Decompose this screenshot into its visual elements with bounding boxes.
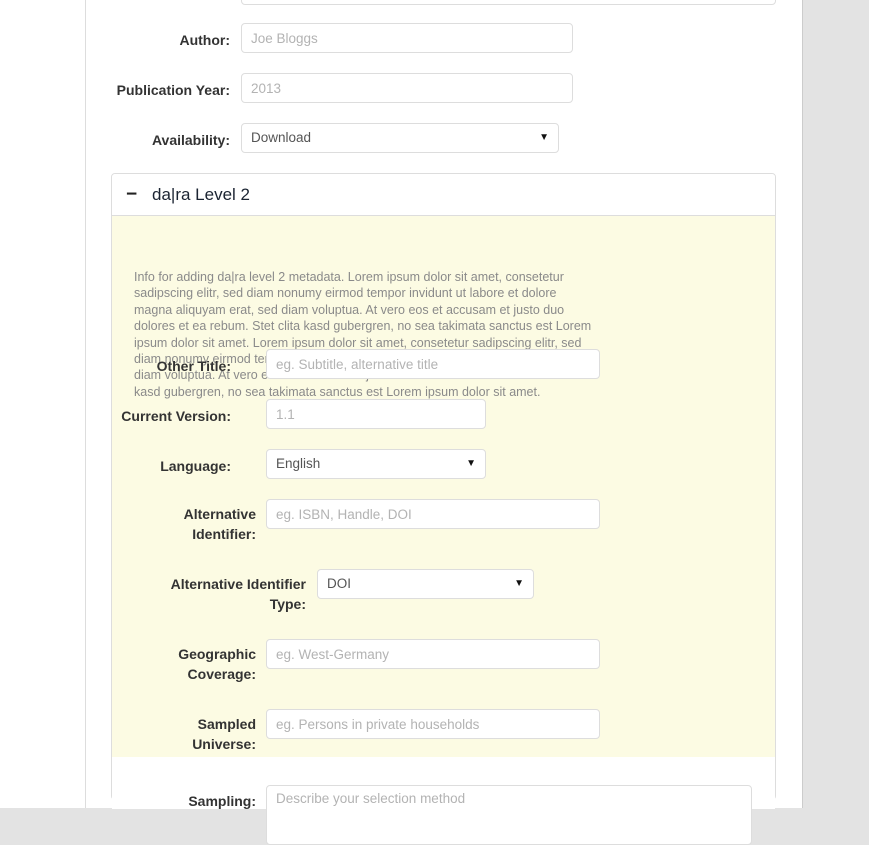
sampled-universe-label: Sampled Universe: bbox=[192, 716, 256, 753]
author-input[interactable] bbox=[241, 23, 573, 53]
publication-year-label: Publication Year: bbox=[116, 82, 230, 98]
alternative-identifier-type-label: Alternative Identifier Type: bbox=[170, 576, 306, 613]
alternative-identifier-type-select-value: DOI bbox=[327, 576, 352, 591]
chevron-down-icon: ▼ bbox=[466, 458, 476, 469]
geographic-coverage-label: Geographic Coverage: bbox=[178, 646, 256, 683]
current-version-label: Current Version: bbox=[121, 408, 231, 424]
minus-collapse-icon[interactable]: − bbox=[126, 174, 137, 215]
panel-info-text: Info for adding da|ra level 2 metadata. … bbox=[134, 270, 592, 399]
panel-header[interactable]: − da|ra Level 2 bbox=[112, 174, 775, 216]
panel-title: da|ra Level 2 bbox=[152, 185, 250, 204]
clipped-field-above[interactable] bbox=[241, 0, 776, 5]
page-background-gutter bbox=[803, 0, 869, 808]
publication-year-input[interactable] bbox=[241, 73, 573, 103]
availability-select[interactable]: Download ▼ bbox=[241, 123, 559, 153]
language-select-value: English bbox=[276, 456, 321, 471]
sampling-label: Sampling: bbox=[188, 793, 256, 809]
author-label: Author: bbox=[179, 32, 230, 48]
left-column-divider bbox=[85, 0, 86, 808]
chevron-down-icon: ▼ bbox=[539, 132, 549, 143]
geographic-coverage-input[interactable] bbox=[266, 639, 600, 669]
language-label: Language: bbox=[160, 458, 231, 474]
sampling-textarea[interactable] bbox=[266, 785, 752, 845]
sampled-universe-input[interactable] bbox=[266, 709, 600, 739]
current-version-input[interactable] bbox=[266, 399, 486, 429]
other-title-label: Other Title: bbox=[156, 358, 231, 374]
panel-body: Info for adding da|ra level 2 metadata. … bbox=[112, 216, 775, 799]
availability-label: Availability: bbox=[151, 132, 230, 148]
page-root: Author: Publication Year: Availability: … bbox=[0, 0, 869, 845]
alternative-identifier-type-select[interactable]: DOI ▼ bbox=[317, 569, 534, 599]
chevron-down-icon: ▼ bbox=[514, 578, 524, 589]
other-title-input[interactable] bbox=[266, 349, 600, 379]
alternative-identifier-input[interactable] bbox=[266, 499, 600, 529]
dara-level-2-panel: − da|ra Level 2 Info for adding da|ra le… bbox=[111, 173, 776, 845]
alternative-identifier-label: Alternative Identifier: bbox=[183, 506, 256, 543]
availability-select-value: Download bbox=[251, 130, 312, 145]
language-select[interactable]: English ▼ bbox=[266, 449, 486, 479]
panel-white-section: Sampling: bbox=[112, 757, 775, 845]
